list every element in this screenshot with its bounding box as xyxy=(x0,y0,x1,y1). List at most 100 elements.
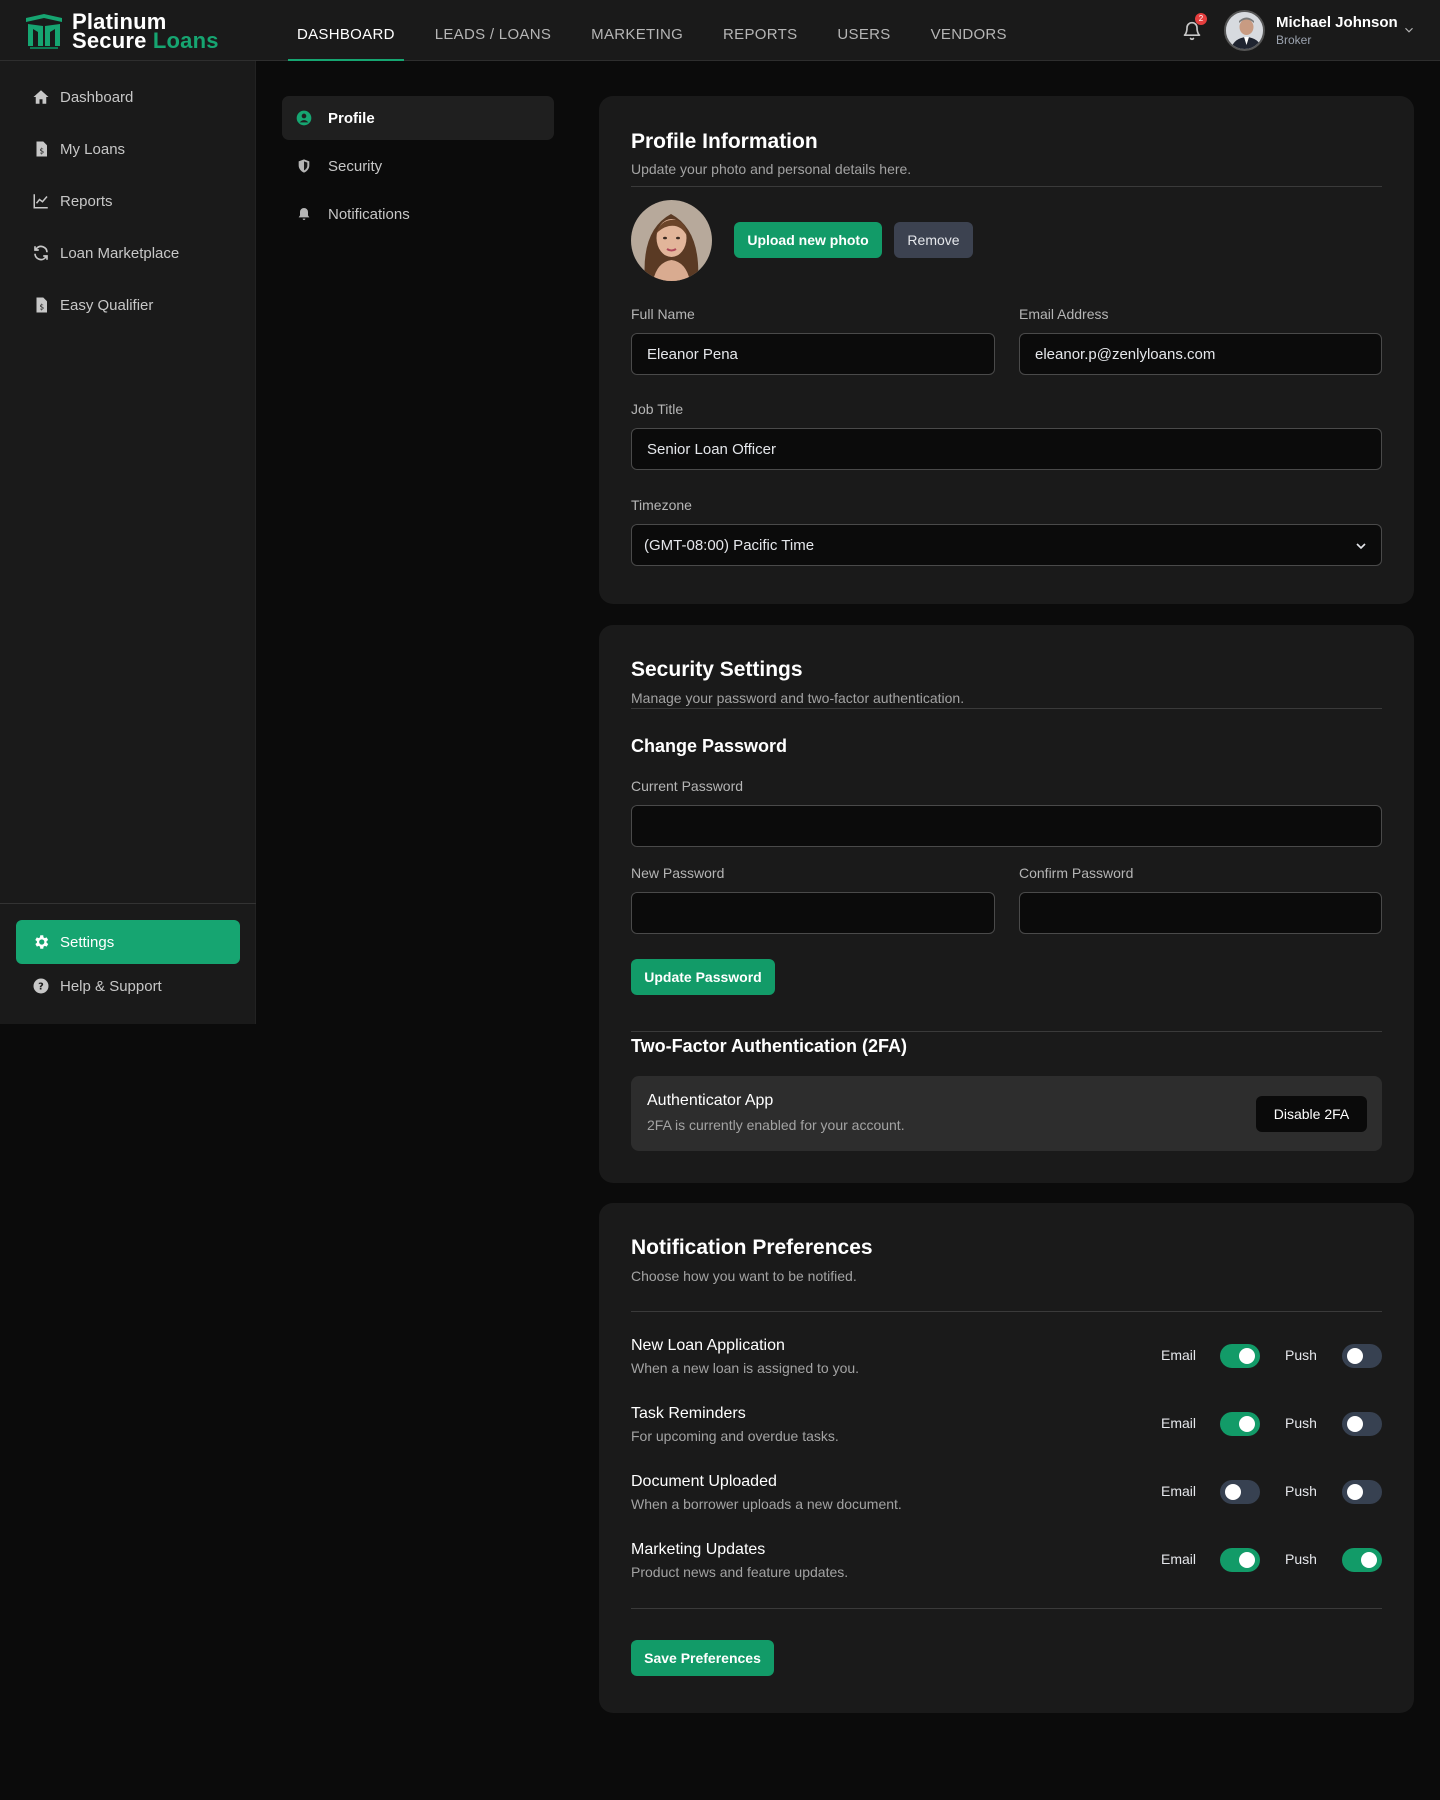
settings-nav-profile[interactable]: Profile xyxy=(282,96,554,140)
topnav-vendors[interactable]: VENDORS xyxy=(922,0,1016,61)
sidebar-item-reports[interactable]: Reports xyxy=(16,179,240,223)
pref-title: Document Uploaded xyxy=(631,1473,777,1490)
sidebar-item-dashboard[interactable]: Dashboard xyxy=(16,75,240,119)
user-avatar[interactable] xyxy=(1224,10,1265,51)
sidebar-divider xyxy=(0,903,256,904)
full-name-label: Full Name xyxy=(631,306,695,322)
email-toggle[interactable] xyxy=(1220,1548,1260,1572)
sidebar-settings-label: Settings xyxy=(60,933,115,951)
profile-card: Profile Information Update your photo an… xyxy=(599,96,1414,604)
notif-prefs-title: Notification Preferences xyxy=(631,1236,873,1259)
email-label: Email xyxy=(1161,1483,1197,1499)
pref-title: New Loan Application xyxy=(631,1337,785,1354)
topnav-marketing[interactable]: MARKETING xyxy=(582,0,692,61)
twofa-panel: Authenticator App 2FA is currently enabl… xyxy=(631,1076,1382,1151)
sidebar-item-label: My Loans xyxy=(60,140,126,158)
settings-nav-notifications[interactable]: Notifications xyxy=(282,192,554,236)
job-title-field[interactable] xyxy=(631,428,1382,470)
user-name[interactable]: Michael Johnson xyxy=(1276,14,1398,31)
push-toggle[interactable] xyxy=(1342,1344,1382,1368)
svg-text:$: $ xyxy=(39,147,44,156)
pref-title: Marketing Updates xyxy=(631,1541,766,1558)
home-icon xyxy=(33,90,49,104)
sidebar-item-label: Loan Marketplace xyxy=(60,244,180,262)
upload-photo-button[interactable]: Upload new photo xyxy=(734,222,882,258)
svg-text:?: ? xyxy=(38,981,44,992)
push-toggle[interactable] xyxy=(1342,1548,1382,1572)
top-nav: DASHBOARD LEADS / LOANS MARKETING REPORT… xyxy=(288,0,1038,61)
divider xyxy=(631,708,1382,709)
profile-subtitle: Update your photo and personal details h… xyxy=(631,161,912,177)
settings-nav-security[interactable]: Security xyxy=(282,144,554,188)
email-toggle[interactable] xyxy=(1220,1480,1260,1504)
user-circle-icon xyxy=(296,110,312,126)
sidebar: Dashboard $ My Loans Reports Loan Market… xyxy=(0,61,256,1024)
twofa-status: 2FA is currently enabled for your accoun… xyxy=(647,1117,905,1133)
shield-icon xyxy=(298,159,310,173)
sidebar-item-label: Reports xyxy=(60,192,113,210)
divider xyxy=(631,1031,1382,1032)
topnav-reports[interactable]: REPORTS xyxy=(714,0,806,61)
pref-description: For upcoming and overdue tasks. xyxy=(631,1428,839,1444)
sidebar-item-my-loans[interactable]: $ My Loans xyxy=(16,127,240,171)
push-label: Push xyxy=(1285,1347,1317,1363)
settings-nav-label: Security xyxy=(328,157,383,175)
confirm-password-label: Confirm Password xyxy=(1019,865,1134,881)
security-title: Security Settings xyxy=(631,658,803,681)
push-toggle[interactable] xyxy=(1342,1412,1382,1436)
confirm-password-field[interactable] xyxy=(1019,892,1382,934)
sidebar-help-label: Help & Support xyxy=(60,977,162,995)
email-toggle[interactable] xyxy=(1220,1344,1260,1368)
divider xyxy=(631,1311,1382,1312)
timezone-value: (GMT-08:00) Pacific Time xyxy=(644,536,815,554)
topnav-users[interactable]: USERS xyxy=(828,0,899,61)
security-card: Security Settings Manage your password a… xyxy=(599,625,1414,1183)
svg-text:$: $ xyxy=(39,303,44,312)
push-toggle[interactable] xyxy=(1342,1480,1382,1504)
full-name-field[interactable] xyxy=(631,333,995,375)
document-dollar-icon: $ xyxy=(36,297,47,313)
twofa-heading: Two-Factor Authentication (2FA) xyxy=(631,1036,907,1056)
security-subtitle: Manage your password and two-factor auth… xyxy=(631,690,965,706)
email-toggle[interactable] xyxy=(1220,1412,1260,1436)
profile-photo xyxy=(631,200,712,281)
user-role: Broker xyxy=(1276,33,1312,47)
email-label: Email xyxy=(1161,1415,1197,1431)
disable-2fa-button[interactable]: Disable 2FA xyxy=(1256,1096,1367,1132)
brand-name: Platinum Secure Loans xyxy=(72,11,219,53)
new-password-field[interactable] xyxy=(631,892,995,934)
pref-description: When a new loan is assigned to you. xyxy=(631,1360,860,1376)
current-password-field[interactable] xyxy=(631,805,1382,847)
settings-nav-label: Notifications xyxy=(328,205,410,223)
topnav-leads-loans[interactable]: LEADS / LOANS xyxy=(426,0,560,61)
save-preferences-button[interactable]: Save Preferences xyxy=(631,1640,774,1676)
chevron-down-icon xyxy=(1356,543,1366,550)
update-password-button[interactable]: Update Password xyxy=(631,959,775,995)
notification-count-badge: 2 xyxy=(1195,13,1207,25)
profile-title: Profile Information xyxy=(631,130,818,153)
job-title-label: Job Title xyxy=(631,401,684,417)
email-label: Email xyxy=(1161,1551,1197,1567)
logo-mark-icon xyxy=(26,14,62,49)
sidebar-item-settings[interactable]: Settings xyxy=(16,920,240,964)
chevron-down-icon[interactable] xyxy=(1402,23,1416,37)
timezone-select[interactable]: (GMT-08:00) Pacific Time xyxy=(631,524,1382,566)
brand-line2b: Loans xyxy=(152,28,219,53)
topnav-dashboard[interactable]: DASHBOARD xyxy=(288,0,404,61)
pref-row-new-loan: New Loan Application When a new loan is … xyxy=(631,1337,1382,1387)
authenticator-app-title: Authenticator App xyxy=(647,1092,774,1109)
new-password-label: New Password xyxy=(631,865,725,881)
timezone-label: Timezone xyxy=(631,497,692,513)
email-label: Email xyxy=(1161,1347,1197,1363)
brand-logo[interactable]: Platinum Secure Loans xyxy=(24,11,219,53)
divider xyxy=(631,186,1382,187)
refresh-icon xyxy=(34,245,48,261)
sidebar-item-help-support[interactable]: ? Help & Support xyxy=(16,964,240,1008)
help-circle-icon: ? xyxy=(33,978,49,994)
sidebar-item-loan-marketplace[interactable]: Loan Marketplace xyxy=(16,231,240,275)
sidebar-item-label: Dashboard xyxy=(60,88,134,106)
sidebar-item-easy-qualifier[interactable]: $ Easy Qualifier xyxy=(16,283,240,327)
email-field[interactable] xyxy=(1019,333,1382,375)
remove-photo-button[interactable]: Remove xyxy=(894,222,973,258)
pref-row-document-uploaded: Document Uploaded When a borrower upload… xyxy=(631,1473,1382,1523)
